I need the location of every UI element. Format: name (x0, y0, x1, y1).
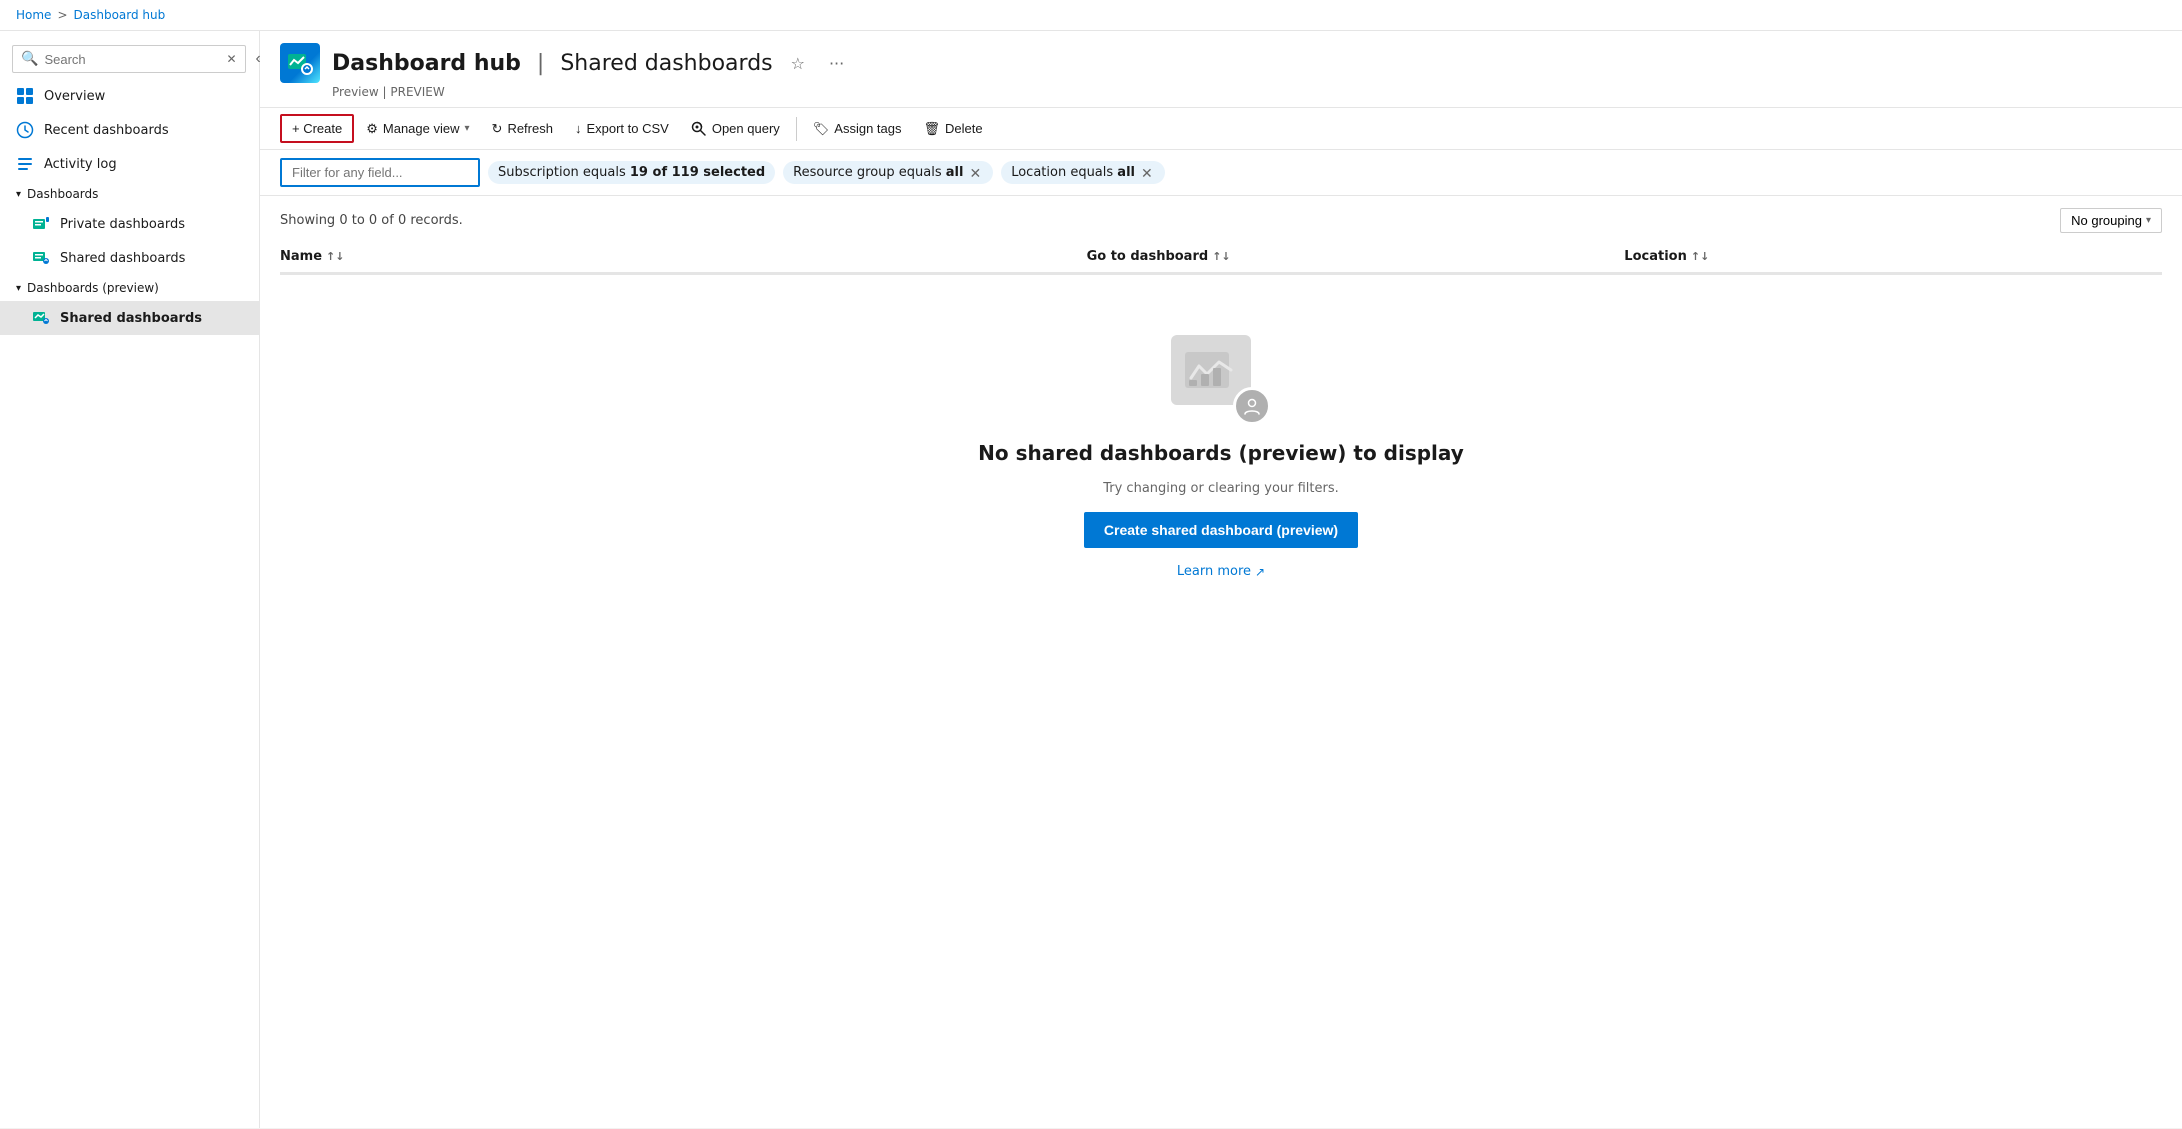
delete-button[interactable]: 🗑 Delete (914, 116, 993, 142)
gear-icon: ⚙ (366, 121, 378, 137)
refresh-icon: ↻ (492, 121, 503, 137)
filter-chip-subscription: Subscription equals 19 of 119 selected (488, 161, 775, 184)
sort-name-icon: ↑↓ (326, 250, 344, 263)
empty-state-title: No shared dashboards (preview) to displa… (978, 441, 1464, 465)
table-area: Showing 0 to 0 of 0 records. No grouping… (260, 196, 2182, 1128)
breadcrumb-current[interactable]: Dashboard hub (74, 8, 166, 22)
main-content: Dashboard hub | Shared dashboards ☆ ··· … (260, 31, 2182, 1128)
more-options-icon[interactable]: ··· (823, 52, 850, 75)
chevron-down-icon-preview: ▾ (16, 283, 21, 294)
toolbar: + Create ⚙ Manage view ▾ ↻ Refresh ↓ Exp… (260, 108, 2182, 150)
sidebar-item-recent[interactable]: Recent dashboards (0, 113, 259, 147)
col-header-location[interactable]: Location ↑↓ (1624, 249, 2162, 264)
sidebar-item-overview[interactable]: Overview (0, 79, 259, 113)
export-icon: ↓ (575, 121, 582, 136)
sidebar-item-label-shared: Shared dashboards (60, 251, 185, 266)
shared-dashboard-icon (32, 249, 50, 267)
list-icon (16, 155, 34, 173)
toolbar-divider (796, 117, 797, 141)
page-title-divider: | (537, 51, 544, 76)
create-button[interactable]: + Create (280, 114, 354, 143)
breadcrumb-separator: > (57, 8, 67, 22)
sidebar-item-label-activity: Activity log (44, 157, 117, 172)
sort-location-icon: ↑↓ (1691, 250, 1709, 263)
breadcrumb: Home > Dashboard hub (0, 0, 2182, 31)
sidebar: 🔍 ✕ « Overview Recent dashboards A (0, 31, 260, 1128)
sidebar-item-label-recent: Recent dashboards (44, 123, 169, 138)
learn-more-link[interactable]: Learn more ↗ (1177, 564, 1265, 579)
sidebar-item-label-overview: Overview (44, 89, 105, 104)
filter-chip-resource-group: Resource group equals all ✕ (783, 161, 993, 184)
sort-goto-icon: ↑↓ (1212, 250, 1230, 263)
create-shared-dashboard-button[interactable]: Create shared dashboard (preview) (1084, 512, 1358, 548)
refresh-button[interactable]: ↻ Refresh (482, 116, 563, 142)
chip-location-label: Location equals all (1011, 165, 1135, 180)
sidebar-item-activity[interactable]: Activity log (0, 147, 259, 181)
sidebar-section-label-dashboards: Dashboards (27, 187, 98, 201)
open-query-button[interactable]: Open query (681, 115, 790, 142)
chip-subscription-label: Subscription equals 19 of 119 selected (498, 165, 765, 180)
records-info-row: Showing 0 to 0 of 0 records. No grouping… (280, 208, 2162, 233)
table-header: Name ↑↓ Go to dashboard ↑↓ Location ↑↓ (280, 241, 2162, 274)
manage-view-chevron-icon: ▾ (465, 123, 470, 134)
sidebar-section-dashboards[interactable]: ▾ Dashboards (0, 181, 259, 207)
sidebar-section-label-dashboards-preview: Dashboards (preview) (27, 281, 159, 295)
sidebar-item-label-shared-preview: Shared dashboards (60, 311, 202, 326)
filter-chip-location: Location equals all ✕ (1001, 161, 1165, 184)
tag-icon: 🏷 (813, 121, 830, 137)
sidebar-item-label-private: Private dashboards (60, 217, 185, 232)
sidebar-section-dashboards-preview[interactable]: ▾ Dashboards (preview) (0, 275, 259, 301)
overview-icon (16, 87, 34, 105)
records-info: Showing 0 to 0 of 0 records. (280, 213, 463, 228)
query-icon (691, 120, 707, 137)
chevron-down-icon: ▾ (16, 189, 21, 200)
breadcrumb-home[interactable]: Home (16, 8, 51, 22)
col-header-name[interactable]: Name ↑↓ (280, 249, 1087, 264)
search-input[interactable] (44, 52, 220, 67)
chip-resource-group-close[interactable]: ✕ (967, 166, 983, 180)
empty-state-subtitle: Try changing or clearing your filters. (1103, 481, 1339, 496)
export-csv-button[interactable]: ↓ Export to CSV (565, 116, 679, 141)
clock-icon (16, 121, 34, 139)
clear-search-icon[interactable]: ✕ (226, 52, 236, 66)
no-grouping-chevron-icon: ▾ (2146, 215, 2151, 226)
delete-icon: 🗑 (924, 121, 941, 137)
sidebar-item-shared[interactable]: Shared dashboards (0, 241, 259, 275)
search-icon: 🔍 (21, 51, 38, 67)
sidebar-item-shared-preview[interactable]: Shared dashboards (0, 301, 259, 335)
empty-icon-group (1171, 335, 1271, 425)
no-grouping-button[interactable]: No grouping ▾ (2060, 208, 2162, 233)
filter-bar: Subscription equals 19 of 119 selected R… (260, 150, 2182, 196)
page-subtitle-service: Shared dashboards (560, 51, 772, 76)
empty-state: No shared dashboards (preview) to displa… (280, 275, 2162, 639)
page-header: Dashboard hub | Shared dashboards ☆ ··· … (260, 31, 2182, 108)
sidebar-search-box: 🔍 ✕ (12, 45, 246, 73)
sidebar-item-private[interactable]: Private dashboards (0, 207, 259, 241)
chip-location-close[interactable]: ✕ (1139, 166, 1155, 180)
pin-icon[interactable]: ☆ (785, 52, 811, 75)
chip-resource-group-label: Resource group equals all (793, 165, 963, 180)
sidebar-search-row: 🔍 ✕ « (0, 39, 259, 79)
col-header-goto[interactable]: Go to dashboard ↑↓ (1087, 249, 1625, 264)
page-icon (280, 43, 320, 83)
manage-view-button[interactable]: ⚙ Manage view ▾ (356, 116, 479, 142)
filter-input[interactable] (280, 158, 480, 187)
empty-icon-overlay (1233, 387, 1271, 425)
page-title: Dashboard hub (332, 51, 521, 76)
shared-dashboard-preview-icon (32, 309, 50, 327)
private-dashboard-icon (32, 215, 50, 233)
external-link-icon: ↗ (1255, 565, 1265, 579)
assign-tags-button[interactable]: 🏷 Assign tags (803, 116, 912, 142)
page-preview-label: Preview | PREVIEW (332, 85, 2162, 99)
